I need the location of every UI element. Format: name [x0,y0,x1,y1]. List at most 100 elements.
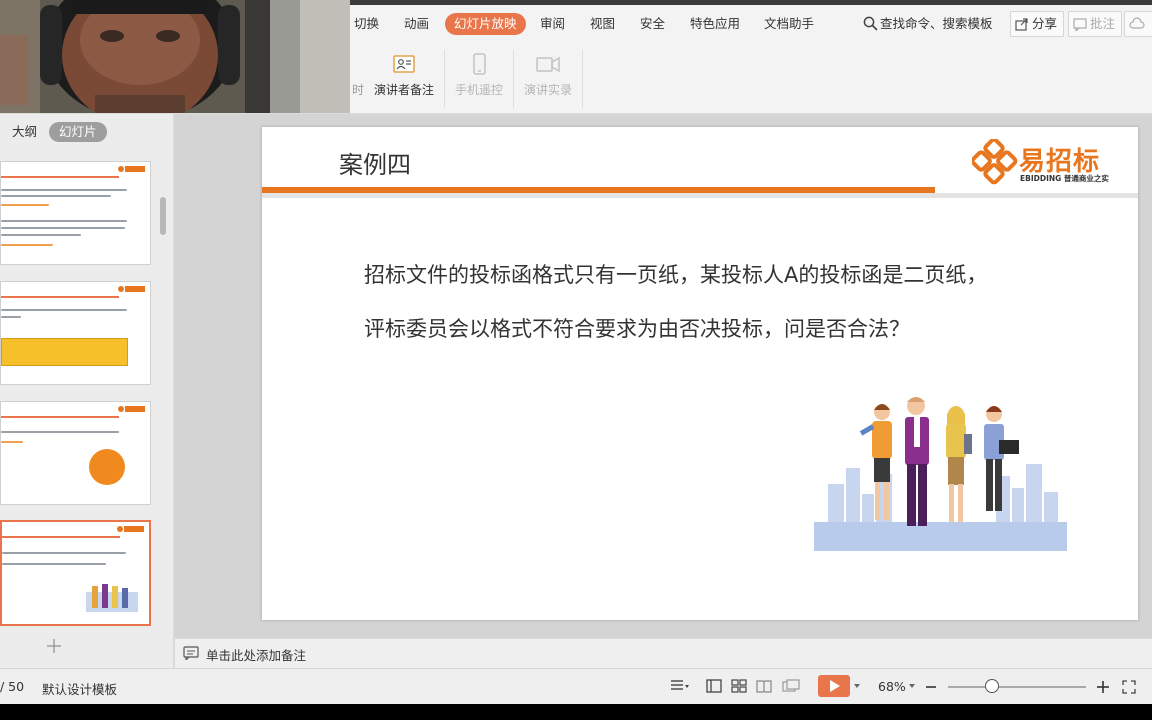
business-people-illustration[interactable] [814,384,1067,551]
tab-view[interactable]: 视图 [590,13,615,35]
thumb-text-line [1,234,81,236]
thumb-accent-line [2,536,120,538]
share-button[interactable]: 分享 [1010,11,1065,37]
thumb-people-illustration [86,584,138,612]
thumb-text-line [1,441,23,443]
thumb-text-line [1,204,49,206]
cloud-icon [1129,17,1145,29]
presenter-notes-label: 演讲者备注 [373,83,434,97]
ribbon-separator [444,50,445,108]
phone-remote-label: 手机遥控 [454,83,503,97]
play-slideshow-button[interactable] [818,675,850,697]
slide-body-line-2[interactable]: 评标委员会以格式不符合要求为由否决投标，问是否合法？ [364,313,910,343]
zoom-slider-handle[interactable] [985,679,999,693]
page-count: / 50 [0,679,25,694]
slide-thumbnail-panel: 大纲 幻灯片 [0,114,174,668]
zoom-slider-track[interactable] [948,686,1086,688]
thumb-text-line [1,195,111,197]
presenter-notes-button[interactable]: 演讲者备注 [370,52,438,108]
zoom-in-icon[interactable] [1096,680,1110,694]
slide-thumbnail[interactable] [0,161,151,265]
thumb-text-line [1,431,119,433]
notes-toggle-icon[interactable] [670,679,690,693]
record-speech-label: 演讲实录 [523,83,572,97]
thumb-text-line [2,552,126,554]
slide-title[interactable]: 案例四 [339,145,411,180]
slide-editing-canvas: 案例四 易招标 EBIDDING 普通商业之实 招标文件的投标函格式只有一页纸，… [175,114,1152,638]
thumb-text-line [1,220,127,222]
tab-animation[interactable]: 动画 [404,13,429,35]
thumb-accent-line [1,296,119,298]
tab-features[interactable]: 特色应用 [690,13,740,35]
brand-logo-icon [118,166,145,172]
normal-view-icon[interactable] [706,679,722,693]
thumb-text-line [1,316,21,318]
cloud-button[interactable] [1124,11,1152,37]
chevron-down-icon[interactable] [853,683,861,689]
tab-outline[interactable]: 大纲 [12,122,37,142]
reading-view-icon[interactable] [756,679,772,693]
tab-review[interactable]: 审阅 [540,13,565,35]
presenter-notes-icon [393,55,415,73]
thumb-circle-graphic [89,449,125,485]
current-slide[interactable]: 案例四 易招标 EBIDDING 普通商业之实 招标文件的投标函格式只有一页纸，… [262,127,1138,620]
thumb-text-line [1,189,127,191]
notes-bar[interactable]: 单击此处添加备注 [175,638,1152,668]
thumb-accent-line [1,416,119,418]
comment-icon [1073,18,1087,33]
command-search[interactable]: 查找命令、搜索模板 [863,13,993,35]
plus-icon [47,639,61,653]
play-icon [830,680,840,692]
ribbon-partial-button[interactable]: 时 [350,81,366,101]
thumb-text-line [1,309,127,311]
share-label: 分享 [1032,16,1058,31]
brand-logo-icon [118,406,145,412]
comment-button[interactable]: 批注 [1068,11,1123,37]
slide-thumbnail[interactable] [0,401,151,505]
webcam-overlay [0,0,350,113]
tab-doc-assistant[interactable]: 文档助手 [764,13,814,35]
thumb-accent-line [1,176,119,178]
tab-slides[interactable]: 幻灯片 [49,122,107,142]
add-slide-button[interactable] [44,638,64,658]
panel-tabs: 大纲 幻灯片 [0,122,174,144]
webcam-video-frame [0,0,350,113]
status-bar: / 50 默认设计模板 68% [0,668,1152,704]
notes-icon [183,646,199,660]
fit-window-icon[interactable] [1122,680,1136,694]
record-speech-button[interactable]: 演讲实录 [519,52,577,108]
brand-logo-icon [118,286,145,292]
camera-record-icon [536,56,560,73]
zoom-out-icon[interactable] [924,680,938,694]
share-icon [1015,18,1028,31]
thumb-text-line [1,227,125,229]
thumb-text-line [2,563,106,565]
thumb-highlight-box [1,338,128,366]
search-label: 查找命令、搜索模板 [880,16,993,31]
template-name[interactable]: 默认设计模板 [42,679,117,698]
title-bar-strip [350,0,1152,5]
comment-label: 批注 [1090,16,1116,31]
phone-icon [473,53,486,75]
logo-subtitle: EBIDDING 普通商业之实 [1020,174,1109,183]
notes-placeholder[interactable]: 单击此处添加备注 [206,645,306,664]
brand-logo-icon [117,526,144,532]
tab-slideshow[interactable]: 幻灯片放映 [445,13,526,35]
search-icon [863,16,878,31]
zoom-level[interactable]: 68% [878,679,906,694]
thumb-text-line [1,244,53,246]
tab-transition[interactable]: 切换 [354,13,379,35]
slide-sorter-icon[interactable] [731,679,747,693]
ribbon-separator [582,50,583,108]
slide-header-gray-bar [262,193,1138,198]
zoom-dropdown-icon[interactable] [908,683,916,689]
thumbnail-scrollbar[interactable] [160,197,166,235]
presenter-view-icon[interactable] [782,679,800,693]
slide-body-line-1[interactable]: 招标文件的投标函格式只有一页纸，某投标人A的投标函是二页纸， [364,259,987,289]
slide-thumbnail-selected[interactable] [0,520,151,626]
tab-security[interactable]: 安全 [640,13,665,35]
ribbon-separator [513,50,514,108]
phone-remote-button[interactable]: 手机遥控 [450,52,508,108]
screen-bottom-edge [0,704,1152,720]
slide-thumbnail[interactable] [0,281,151,385]
